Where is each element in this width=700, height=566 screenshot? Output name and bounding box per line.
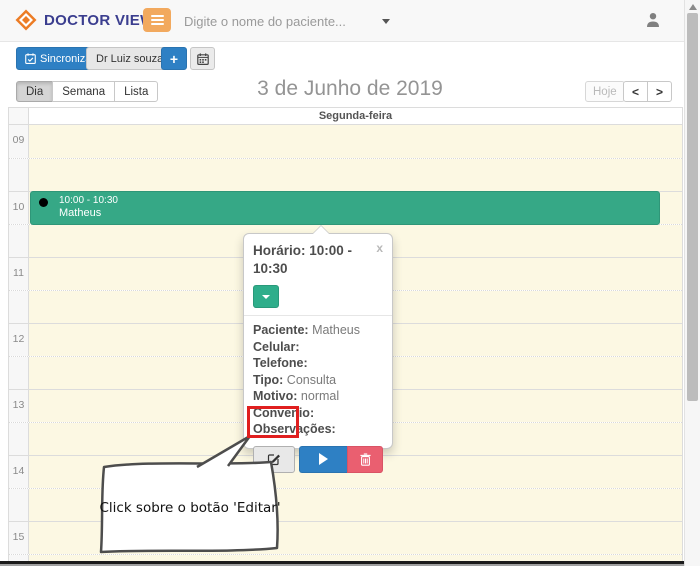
appointment-event[interactable]: 10:00 - 10:30 Matheus (30, 191, 660, 225)
view-switcher: DiaSemanaLista (16, 81, 158, 102)
logo-text: DOCTOR VIEW (44, 12, 155, 29)
event-time: 10:00 - 10:30 (59, 195, 118, 207)
speech-bubble (88, 425, 290, 565)
hour-label (9, 159, 29, 191)
hour-label: 13 (9, 390, 29, 422)
hamburger-icon[interactable] (143, 8, 171, 32)
event-patient: Matheus (59, 207, 118, 220)
popover-field: Celular: (253, 339, 383, 356)
scrollbar-thumb[interactable] (687, 13, 698, 401)
app-header: DOCTOR VIEW (0, 0, 700, 42)
time-slot[interactable] (29, 159, 682, 191)
toolbar: Sincronizar Dr Luiz souza + (0, 43, 700, 74)
popover-field: Paciente: Matheus (253, 322, 383, 339)
vertical-scrollbar[interactable] (684, 0, 700, 566)
slot-row: 09 (9, 125, 682, 158)
view-button-lista[interactable]: Lista (114, 81, 158, 102)
axis-header-cell (9, 108, 29, 124)
hour-label: 11 (9, 258, 29, 290)
chevron-right-icon[interactable]: > (647, 81, 672, 102)
add-appointment-button[interactable]: + (161, 47, 187, 70)
caret-down-icon[interactable] (382, 19, 390, 24)
start-button[interactable] (299, 446, 347, 473)
trash-icon (360, 453, 371, 466)
calendar-button[interactable] (190, 47, 215, 70)
hour-label: 14 (9, 456, 29, 488)
logo-diamond-icon (15, 9, 37, 31)
calendar-icon (197, 53, 209, 65)
popover-field: Tipo: Consulta (253, 372, 383, 389)
hour-label (9, 225, 29, 257)
time-slot[interactable] (29, 125, 682, 158)
speech-bubble-text: Click sobre o botão 'Editar' (98, 500, 282, 516)
view-bar: 3 de Junho de 2019 DiaSemanaLista Hoje <… (0, 74, 700, 107)
black-dot-icon (39, 198, 48, 207)
app-logo: DOCTOR VIEW (15, 9, 155, 31)
doctor-dropdown-label: Dr Luiz souza (96, 53, 163, 65)
chevron-left-icon[interactable]: < (623, 81, 648, 102)
delete-button[interactable] (347, 446, 383, 473)
hour-label (9, 489, 29, 521)
date-nav: < > (623, 81, 672, 102)
play-icon (319, 453, 328, 465)
hour-label: 09 (9, 125, 29, 158)
hour-label: 12 (9, 324, 29, 356)
close-icon[interactable]: x (376, 242, 383, 254)
hour-label: 10 (9, 192, 29, 224)
popover-title: Horário: 10:00 - 10:30 (253, 243, 352, 276)
calendar-check-icon (25, 53, 36, 64)
popover-arrow (313, 226, 329, 234)
caret-down-icon (262, 295, 270, 299)
view-button-semana[interactable]: Semana (52, 81, 115, 102)
status-dropdown-button[interactable] (253, 285, 279, 308)
scroll-up-icon[interactable] (689, 4, 697, 10)
highlight-box (247, 406, 299, 438)
popover-field: Motivo: normal (253, 388, 383, 405)
slot-row (9, 158, 682, 191)
search-input[interactable] (184, 8, 374, 34)
hour-label (9, 291, 29, 323)
action-group (299, 446, 383, 473)
day-header-row: Segunda-feira (9, 108, 682, 125)
hour-label (9, 423, 29, 455)
popover-header: Horário: 10:00 - 10:30 x (244, 234, 392, 316)
day-header: Segunda-feira (29, 108, 682, 124)
user-icon[interactable] (646, 12, 660, 28)
hour-label (9, 357, 29, 389)
today-button[interactable]: Hoje (585, 81, 625, 102)
popover-field: Telefone: (253, 355, 383, 372)
hour-label: 15 (9, 522, 29, 554)
view-button-dia[interactable]: Dia (16, 81, 53, 102)
